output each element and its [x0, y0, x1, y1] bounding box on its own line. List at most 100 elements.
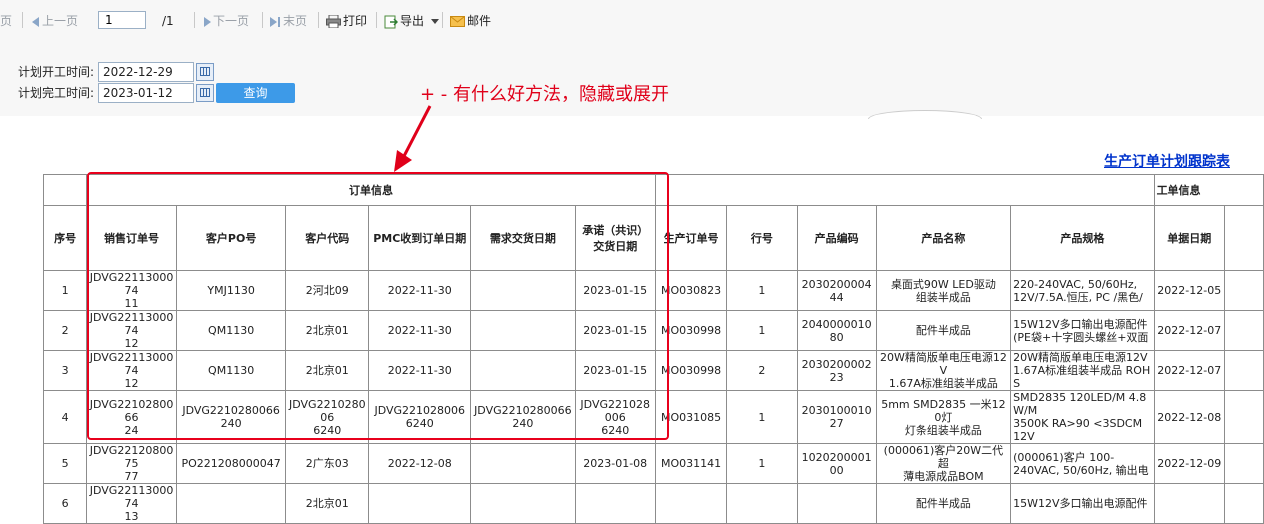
table-cell: 1: [726, 390, 798, 444]
toolbar-separator: [376, 12, 377, 28]
table-cell: 2北京01: [285, 350, 370, 391]
column-header: 客户PO号: [175, 205, 287, 271]
table-cell: 2: [726, 350, 798, 391]
last-page-icon: [270, 16, 280, 27]
start-date-label: 计划开工时间:: [18, 65, 95, 79]
table-cell: JDVG2210280066240: [175, 390, 287, 444]
last-page-button[interactable]: 末页: [270, 13, 307, 29]
page-number-input[interactable]: [98, 11, 146, 29]
table-row: 4 JDVG2210280066 24 JDVG2210280066240 JDVG2…: [42, 390, 1264, 444]
table-cell: JDVG2211300074 11: [86, 270, 177, 311]
table-cell: 配件半成品: [875, 483, 1012, 524]
column-header: 承诺（共识） 交货日期: [574, 205, 656, 271]
export-icon: [384, 15, 398, 28]
printer-icon: [326, 15, 341, 28]
group-work-info-label: 工单信息: [1156, 184, 1201, 197]
table-cell: 5: [42, 443, 88, 484]
mail-button[interactable]: 邮件: [450, 13, 491, 29]
table-cell: 3: [42, 350, 88, 391]
table-cell: 2河北09: [285, 270, 370, 311]
table-cell: [1153, 483, 1225, 524]
table-cell: 1: [726, 270, 798, 311]
arrow-icon: [394, 105, 432, 172]
table-row: 1 JDVG2211300074 11 YMJ1130 2河北09 2022-11-30…: [42, 270, 1264, 311]
table-cell: MO031085: [654, 390, 728, 444]
table-cell: JDVG2211300074 12: [86, 310, 177, 351]
column-header: 产品名称: [875, 205, 1012, 271]
table-cell: 220-240VAC, 50/60Hz, 12V/7.5A.恒压, PC /黑色…: [1010, 270, 1155, 311]
table-cell: MO030823: [654, 270, 728, 311]
next-page-button[interactable]: 下一页: [203, 13, 249, 29]
table-cell: MO030998: [654, 350, 728, 391]
table-cell: (000061)客户20W二代超 薄电源成品BOM: [875, 443, 1012, 484]
table-cell: 2022-11-30: [368, 310, 472, 351]
mail-label: 邮件: [467, 14, 492, 28]
chevron-down-icon: [430, 18, 439, 24]
table-cell: [470, 443, 576, 484]
group-spacer: [654, 174, 1155, 206]
column-header: 产品编码: [796, 205, 877, 271]
table-cell: MO031141: [654, 443, 728, 484]
table-cell: 2022-11-30: [368, 350, 472, 391]
table-cell: 2北京01: [285, 483, 370, 524]
table-cell: 20W精简版单电压电源12V 1.67A标准组装半成品: [875, 350, 1012, 391]
prev-page-label: 上一页: [42, 14, 79, 28]
last-page-label: 末页: [283, 14, 308, 28]
table-cell: [726, 483, 798, 524]
column-header: 销售订单号: [86, 205, 177, 271]
table-cell: [175, 483, 287, 524]
table-cell: 4: [42, 390, 88, 444]
report-toolbar: 页 上一页 /1 下一页 末页 打印 导出 邮件: [0, 0, 1264, 41]
toolbar-separator: [194, 12, 195, 28]
query-button[interactable]: 查询: [216, 83, 295, 103]
print-button[interactable]: 打印: [326, 13, 367, 29]
page-total: /1: [162, 14, 174, 28]
table-cell: 2022-11-30: [368, 270, 472, 311]
mail-icon: [450, 16, 465, 27]
print-label: 打印: [343, 14, 368, 28]
end-date-label: 计划完工时间:: [18, 86, 95, 100]
next-page-label: 下一页: [213, 14, 250, 28]
prev-page-button[interactable]: 上一页: [32, 13, 78, 29]
table-cell: 1: [726, 310, 798, 351]
table-cell: 2023-01-08: [574, 443, 656, 484]
table-cell: [368, 483, 472, 524]
group-empty-cell: [42, 174, 88, 206]
report-title[interactable]: 生产订单计划跟踪表: [1104, 151, 1230, 171]
table-cell: QM1130: [175, 310, 287, 351]
table-cell: 2022-12-05: [1153, 270, 1225, 311]
table-cell: [654, 483, 728, 524]
group-order-info: 订单信息: [86, 174, 656, 206]
table-cell: SMD2835 120LED/M 4.8W/M 3500K RA>90 <3SD…: [1010, 390, 1155, 444]
table-cell: 2022-12-08: [1153, 390, 1225, 444]
table-row: 2 JDVG2211300074 12 QM1130 2北京01 2022-11-30 2…: [42, 310, 1264, 351]
table-cell: [470, 483, 576, 524]
table-cell: [470, 350, 576, 391]
table-cell: 2023-01-15: [574, 350, 656, 391]
table-cell: 20W精简版单电压电源12V 1.67A标准组装半成品 ROHS: [1010, 350, 1155, 391]
annotation-text: + - 有什么好方法，隐藏或展开: [420, 84, 670, 105]
table-cell: JDVG221028006 6240: [285, 390, 370, 444]
table-cell-overflow: [1223, 390, 1264, 444]
table-cell: JDVG221028006 6240: [574, 390, 656, 444]
column-header: 生产订单号: [654, 205, 728, 271]
collapse-handle[interactable]: [868, 110, 982, 119]
table-cell-overflow: [1223, 270, 1264, 311]
column-header: PMC收到订单日期: [368, 205, 472, 271]
table-cell: QM1130: [175, 350, 287, 391]
export-button[interactable]: 导出: [384, 13, 441, 29]
calendar-icon[interactable]: [196, 84, 214, 102]
end-date-input[interactable]: 2023-01-12: [98, 83, 194, 103]
table-cell: JDVG2211300074 12: [86, 350, 177, 391]
table-cell: YMJ1130: [175, 270, 287, 311]
column-header: 行号: [726, 205, 798, 271]
table-cell-overflow: [1223, 483, 1264, 524]
table-cell: 2022-12-09: [1153, 443, 1225, 484]
start-date-input[interactable]: 2022-12-29: [98, 62, 194, 82]
table-cell: 2022-12-07: [1153, 350, 1225, 391]
table-row: 5 JDVG2212080075 77 PO221208000047 2广东03 202…: [42, 443, 1264, 484]
table-cell: 6: [42, 483, 88, 524]
table-cell-overflow: [1223, 350, 1264, 391]
first-page-button[interactable]: 页: [0, 13, 12, 29]
calendar-icon[interactable]: [196, 63, 214, 81]
